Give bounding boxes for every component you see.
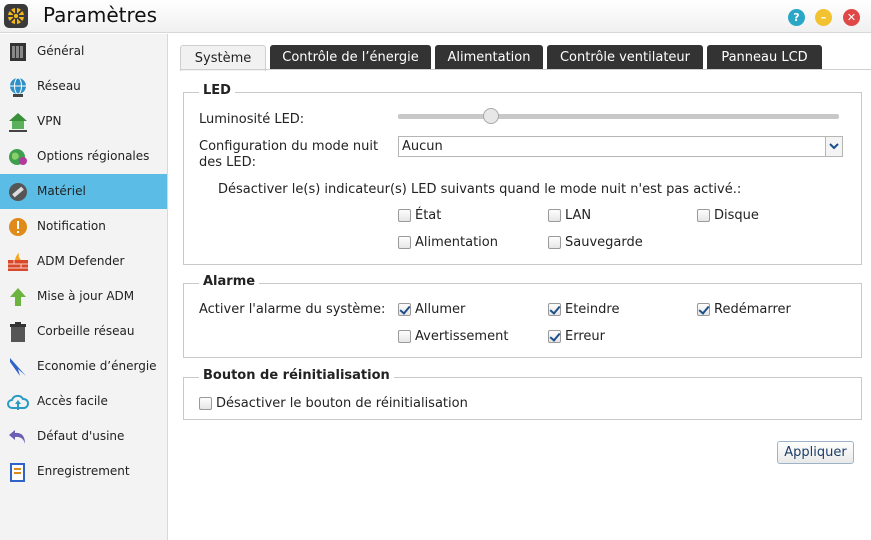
led-lan-label: LAN (565, 208, 592, 223)
led-power-label: Alimentation (415, 235, 498, 250)
globe-icon (10, 77, 26, 97)
disable-reset-label: Désactiver le bouton de réinitialisation (216, 396, 468, 411)
help-button[interactable]: ? (788, 9, 805, 26)
sidebar-item-network[interactable]: Réseau (0, 69, 167, 104)
sidebar-item-label: Options régionales (37, 149, 150, 163)
server-icon (10, 43, 26, 61)
sidebar-item-easy-access[interactable]: Accès facile (0, 384, 167, 419)
alert-icon (9, 218, 27, 236)
sidebar-item-label: Accès facile (37, 394, 108, 408)
tab-divider (180, 69, 871, 70)
sidebar-item-label: Défaut d'usine (37, 429, 125, 443)
led-lan-checkbox[interactable] (548, 209, 561, 222)
alarm-enable-label: Activer l'alarme du système: (199, 302, 386, 317)
sidebar-item-label: Notification (37, 219, 106, 233)
led-brightness-label: Luminosité LED: (199, 112, 305, 127)
sidebar-item-label: Economie d’énergie (37, 359, 157, 373)
sidebar-item-label: Réseau (37, 79, 81, 93)
sidebar: Général Réseau VPN Options régionales Ma… (0, 34, 168, 540)
title-bar: Paramètres ? – ✕ (0, 0, 871, 33)
alarm-legend: Alarme (199, 274, 260, 289)
led-disk-label: Disque (714, 208, 759, 223)
led-status-checkbox[interactable] (398, 209, 411, 222)
sidebar-item-label: VPN (37, 114, 62, 128)
cloud-icon (7, 394, 29, 410)
window-title: Paramètres (43, 3, 158, 27)
apply-button[interactable]: Appliquer (777, 441, 854, 464)
tab-fan-control[interactable]: Contrôle ventilateur (547, 45, 703, 70)
sidebar-item-network-recycle-bin[interactable]: Corbeille réseau (0, 314, 167, 349)
led-backup-checkbox[interactable] (548, 236, 561, 249)
alarm-shutdown-label: Eteindre (565, 302, 620, 317)
region-globe-icon (9, 149, 27, 165)
sidebar-item-vpn[interactable]: VPN (0, 104, 167, 139)
led-brightness-slider-handle[interactable] (483, 108, 499, 124)
settings-app-icon (4, 4, 28, 28)
vpn-house-icon (9, 113, 27, 132)
night-mode-select[interactable]: Aucun (398, 136, 843, 157)
tab-energy-control[interactable]: Contrôle de l’énergie (270, 45, 431, 70)
sidebar-item-label: Général (37, 44, 85, 58)
disable-reset-checkbox[interactable] (199, 397, 212, 410)
tab-power[interactable]: Alimentation (435, 45, 543, 70)
led-power-checkbox[interactable] (398, 236, 411, 249)
wrench-icon (9, 183, 27, 201)
sidebar-item-label: ADM Defender (37, 254, 125, 268)
led-legend: LED (199, 83, 235, 98)
alarm-error-label: Erreur (565, 329, 605, 344)
sidebar-item-label: Enregistrement (37, 464, 130, 478)
reset-icon (9, 430, 25, 444)
led-backup-label: Sauvegarde (565, 235, 643, 250)
night-mode-label: Configuration du mode nuit (199, 139, 379, 154)
sidebar-item-label: Corbeille réseau (37, 324, 135, 338)
sidebar-item-factory-default[interactable]: Défaut d'usine (0, 419, 167, 454)
reset-legend: Bouton de réinitialisation (199, 368, 394, 383)
register-icon (10, 463, 25, 482)
led-status-label: État (415, 208, 442, 223)
sidebar-item-adm-update[interactable]: Mise à jour ADM (0, 279, 167, 314)
sidebar-item-registration[interactable]: Enregistrement (0, 454, 167, 489)
update-arrow-icon (10, 288, 26, 306)
led-brightness-slider[interactable] (398, 114, 839, 119)
firewall-icon (8, 253, 28, 271)
sidebar-item-regional-options[interactable]: Options régionales (0, 139, 167, 174)
night-mode-select-value: Aucun (402, 139, 443, 154)
sidebar-item-energy-saving[interactable]: Economie d’énergie (0, 349, 167, 384)
sidebar-item-label: Matériel (37, 184, 86, 198)
sidebar-item-general[interactable]: Général (0, 34, 167, 69)
alarm-poweron-checkbox[interactable] (398, 303, 411, 316)
alarm-warning-label: Avertissement (415, 329, 509, 344)
alarm-reboot-label: Redémarrer (714, 302, 791, 317)
alarm-warning-checkbox[interactable] (398, 330, 411, 343)
sidebar-item-adm-defender[interactable]: ADM Defender (0, 244, 167, 279)
close-button[interactable]: ✕ (843, 9, 860, 26)
sidebar-item-notification[interactable]: Notification (0, 209, 167, 244)
chevron-down-icon[interactable] (825, 137, 842, 156)
sidebar-item-hardware[interactable]: Matériel (0, 174, 167, 209)
led-disable-description: Désactiver le(s) indicateur(s) LED suiva… (218, 182, 742, 197)
alarm-poweron-label: Allumer (415, 302, 466, 317)
energy-icon (10, 358, 26, 376)
alarm-group: Alarme (183, 274, 862, 358)
night-mode-label-cont: des LED: (199, 155, 257, 170)
sidebar-item-label: Mise à jour ADM (37, 289, 135, 303)
led-disk-checkbox[interactable] (697, 209, 710, 222)
alarm-reboot-checkbox[interactable] (697, 303, 710, 316)
trash-icon (10, 322, 26, 342)
alarm-error-checkbox[interactable] (548, 330, 561, 343)
tab-system[interactable]: Système (180, 45, 266, 71)
alarm-shutdown-checkbox[interactable] (548, 303, 561, 316)
tab-lcd-panel[interactable]: Panneau LCD (707, 45, 822, 70)
minimize-button[interactable]: – (815, 9, 832, 26)
